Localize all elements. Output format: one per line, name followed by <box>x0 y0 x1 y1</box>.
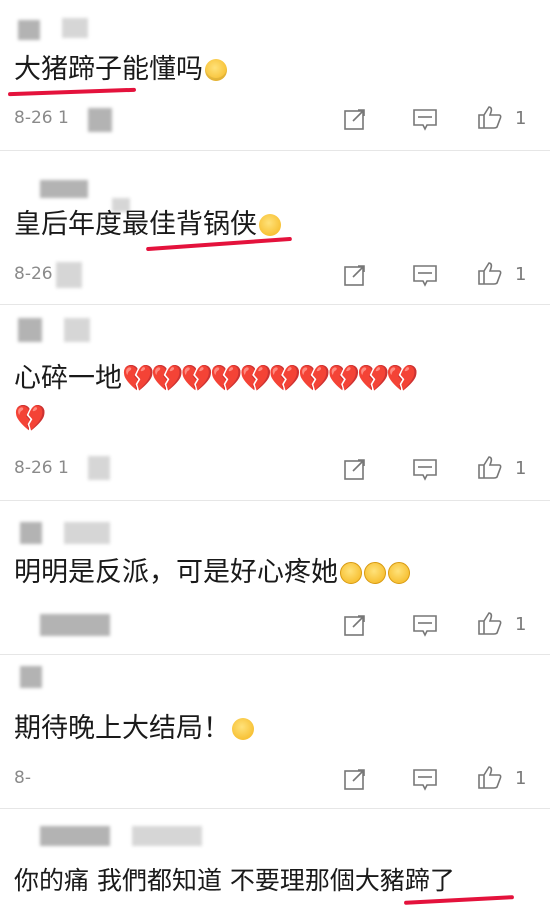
like-button[interactable] <box>477 454 503 480</box>
reply-button[interactable] <box>412 456 438 482</box>
share-button[interactable] <box>342 766 368 792</box>
share-button[interactable] <box>342 456 368 482</box>
comment-date: 8- <box>14 768 31 788</box>
nervous-face-icon <box>232 718 254 740</box>
redacted-time <box>40 614 110 636</box>
redacted-time <box>88 108 112 132</box>
pleading-face-icon <box>340 562 362 584</box>
comment-text-content: 明明是反派，可是好心疼她 <box>14 557 338 588</box>
comment-text: 心碎一地💔💔💔💔💔💔💔💔💔💔 <box>14 360 419 398</box>
share-icon <box>344 769 365 790</box>
divider <box>0 500 550 501</box>
share-button[interactable] <box>342 612 368 638</box>
comment-text: 皇后年度最佳背锅侠 <box>14 206 281 244</box>
share-icon <box>344 109 365 130</box>
avatar[interactable] <box>18 318 42 342</box>
divider <box>0 304 550 305</box>
divider <box>0 808 550 809</box>
comment-date: 8-26 <box>14 264 53 284</box>
broken-heart-icon: 💔💔💔💔💔💔💔💔💔💔 <box>122 364 419 394</box>
username[interactable] <box>132 826 202 846</box>
comment-icon <box>413 109 437 131</box>
like-count: 1 <box>515 108 527 129</box>
comment-text-content: 你的痛 我們都知道 不要理那個大豬蹄了 <box>14 866 455 895</box>
thumbs-up-icon <box>478 456 502 479</box>
like-count: 1 <box>515 768 527 789</box>
pleading-face-icon <box>364 562 386 584</box>
comment-text: 明明是反派，可是好心疼她 <box>14 554 410 592</box>
share-button[interactable] <box>342 262 368 288</box>
like-button[interactable] <box>477 610 503 636</box>
like-count: 1 <box>515 264 527 285</box>
redacted-time <box>56 262 82 288</box>
reply-button[interactable] <box>412 106 438 132</box>
divider <box>0 654 550 655</box>
laughing-tears-face-icon <box>259 214 281 236</box>
comment-icon <box>413 769 437 791</box>
comment-date: 8-26 1 <box>14 458 69 478</box>
redacted-time <box>88 456 110 480</box>
comment-icon <box>413 615 437 637</box>
pleading-face-icon <box>388 562 410 584</box>
crying-face-icon <box>205 59 227 81</box>
comment-text-content: 皇后年度最佳背锅侠 <box>14 209 257 240</box>
avatar[interactable] <box>20 522 42 544</box>
comment-text: 期待晚上大结局！ <box>14 710 254 748</box>
comment-text-continued: 💔 <box>14 400 46 438</box>
username[interactable] <box>62 18 88 38</box>
comment-text-content: 期待晚上大结局！ <box>14 713 230 744</box>
share-icon <box>344 265 365 286</box>
avatar[interactable] <box>40 826 110 846</box>
highlight-underline <box>7 87 137 97</box>
like-button[interactable] <box>477 104 503 130</box>
share-icon <box>344 459 365 480</box>
avatar[interactable] <box>40 180 88 198</box>
reply-button[interactable] <box>412 262 438 288</box>
thumbs-up-icon <box>478 262 502 285</box>
reply-button[interactable] <box>412 766 438 792</box>
like-count: 1 <box>515 614 527 635</box>
comment-icon <box>413 459 437 481</box>
like-count: 1 <box>515 458 527 479</box>
comment-date: 8-26 1 <box>14 108 69 128</box>
avatar[interactable] <box>20 666 42 688</box>
comment-text-content: 心碎一地 <box>14 363 122 394</box>
username[interactable] <box>64 318 90 342</box>
like-button[interactable] <box>477 764 503 790</box>
like-button[interactable] <box>477 260 503 286</box>
thumbs-up-icon <box>478 766 502 789</box>
avatar[interactable] <box>18 20 40 40</box>
share-button[interactable] <box>342 106 368 132</box>
comment-icon <box>413 265 437 287</box>
reply-button[interactable] <box>412 612 438 638</box>
divider <box>0 150 550 151</box>
thumbs-up-icon <box>478 612 502 635</box>
thumbs-up-icon <box>478 106 502 129</box>
broken-heart-icon: 💔 <box>14 404 46 434</box>
share-icon <box>344 615 365 636</box>
comment-text: 你的痛 我們都知道 不要理那個大豬蹄了 <box>14 862 455 900</box>
username[interactable] <box>64 522 110 544</box>
comment-text: 大猪蹄子能懂吗 <box>14 51 227 89</box>
comment-text-content: 大猪蹄子能懂吗 <box>14 54 203 85</box>
